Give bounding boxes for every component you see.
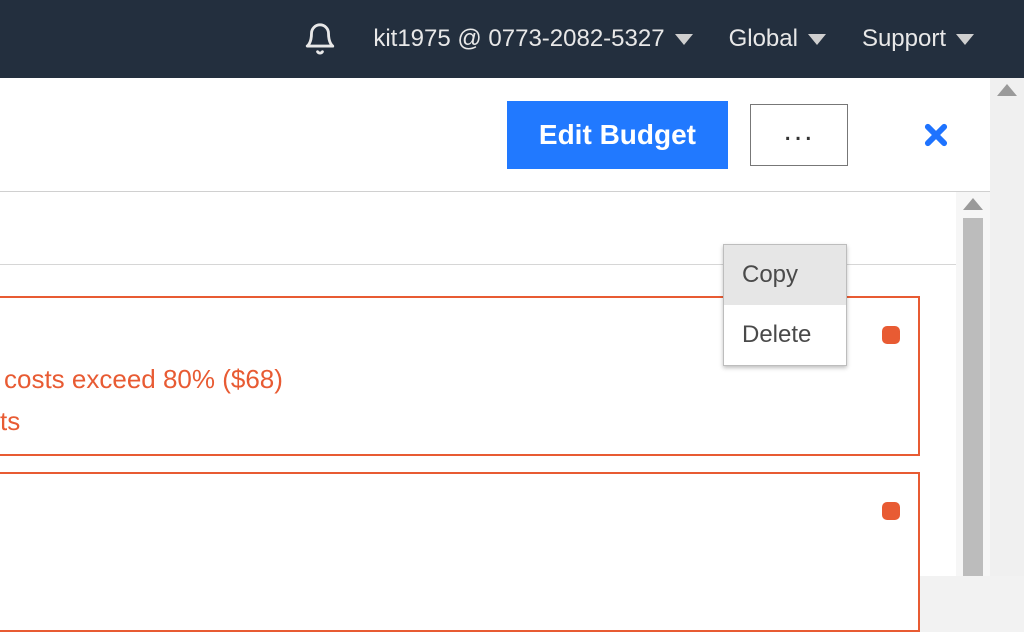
chevron-down-icon bbox=[675, 34, 693, 45]
budget-panel-toolbar: Edit Budget ... bbox=[0, 78, 990, 192]
more-actions-dropdown: Copy Delete bbox=[723, 244, 847, 366]
close-panel-button[interactable] bbox=[882, 79, 990, 191]
scroll-up-arrow-icon[interactable] bbox=[963, 198, 983, 210]
chevron-down-icon bbox=[956, 34, 974, 45]
alert-text-line2: ts bbox=[0, 406, 20, 437]
support-label: Support bbox=[862, 25, 946, 53]
alert-text-line1: costs exceed 80% ($68) bbox=[4, 364, 283, 395]
account-menu[interactable]: kit1975 @ 0773-2082-5327 bbox=[373, 25, 692, 53]
scroll-thumb[interactable] bbox=[963, 218, 983, 576]
scroll-up-arrow-icon[interactable] bbox=[997, 84, 1017, 96]
chevron-down-icon bbox=[808, 34, 826, 45]
global-topbar: kit1975 @ 0773-2082-5327 Global Support bbox=[0, 0, 1024, 78]
inner-scrollbar[interactable] bbox=[956, 192, 990, 576]
region-menu[interactable]: Global bbox=[729, 25, 826, 53]
more-actions-button[interactable]: ... bbox=[750, 104, 848, 166]
outer-scrollbar[interactable] bbox=[990, 78, 1024, 576]
account-label: kit1975 @ 0773-2082-5327 bbox=[373, 25, 664, 53]
edit-budget-button[interactable]: Edit Budget bbox=[507, 101, 728, 169]
region-label: Global bbox=[729, 25, 798, 53]
status-dot-icon bbox=[882, 326, 900, 344]
delete-menu-item[interactable]: Delete bbox=[724, 305, 846, 365]
status-dot-icon bbox=[882, 502, 900, 520]
content-area: Edit Budget ... Copy Delete costs exceed… bbox=[0, 78, 990, 576]
budget-alert-card[interactable] bbox=[0, 472, 920, 632]
notifications-bell-icon[interactable] bbox=[303, 21, 337, 57]
copy-menu-item[interactable]: Copy bbox=[724, 245, 846, 305]
support-menu[interactable]: Support bbox=[862, 25, 974, 53]
